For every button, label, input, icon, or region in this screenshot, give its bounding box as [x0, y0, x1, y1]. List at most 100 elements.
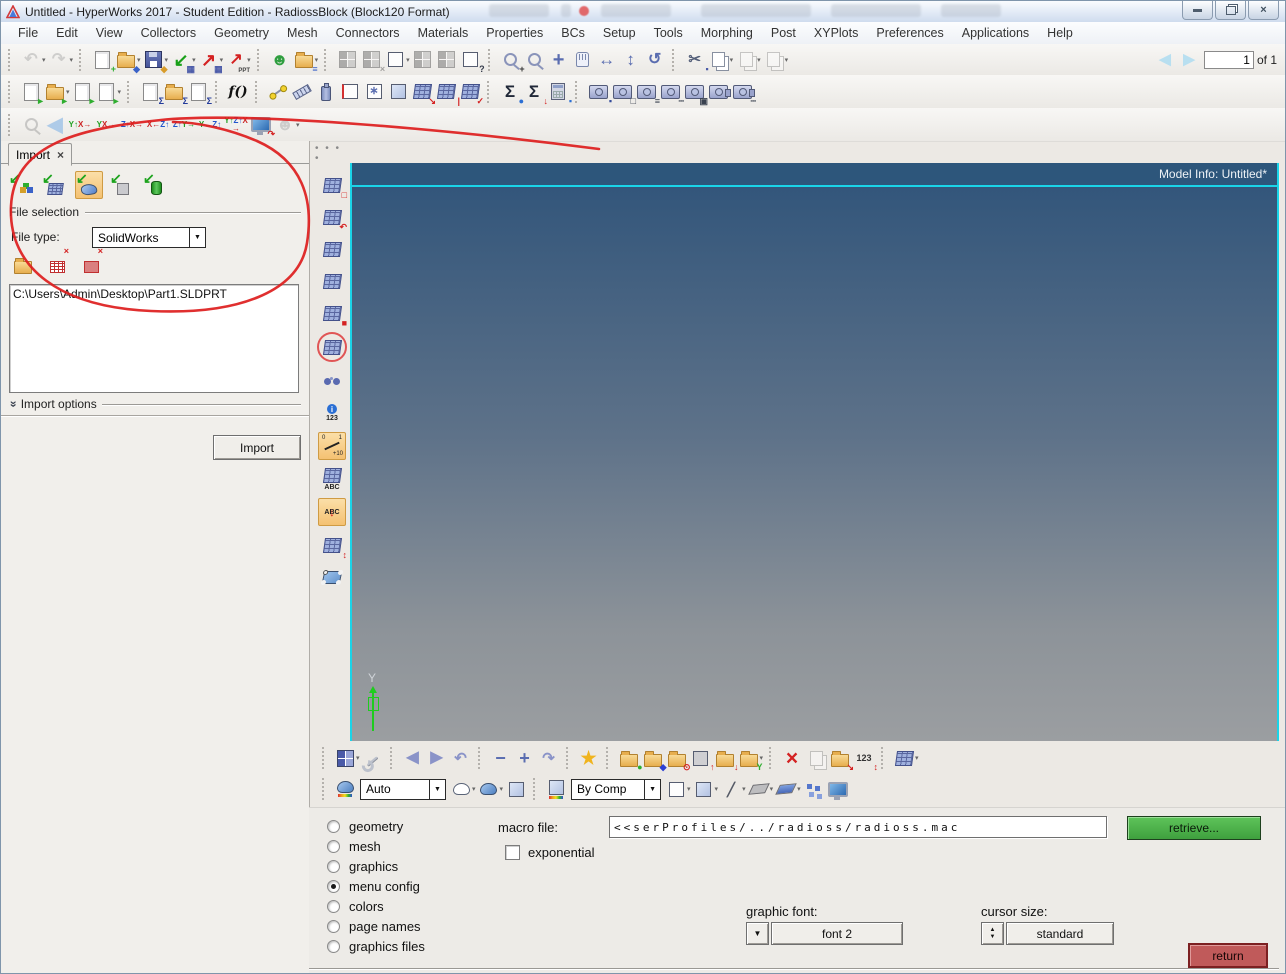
element-color-mode-icon[interactable]	[544, 777, 568, 801]
sorted-summation-button[interactable]: Σ ↓	[522, 80, 548, 105]
redo-button[interactable]: ↷	[47, 48, 71, 72]
shaded-elements-button[interactable]	[692, 777, 716, 801]
save-model-button[interactable]: ◆	[142, 48, 168, 73]
component-collector-button[interactable]: ●	[617, 746, 643, 772]
record-region-button[interactable]: ┄	[730, 80, 756, 105]
import-options-header[interactable]: « Import options	[5, 397, 301, 411]
user-view-button[interactable]: ☻	[273, 113, 297, 137]
radio-graphics[interactable]: graphics	[327, 856, 425, 876]
radio-graphics-files[interactable]: graphics files	[327, 936, 425, 956]
open-model-button[interactable]: ◆	[114, 48, 140, 73]
labels-icon[interactable]: ABC	[319, 466, 345, 492]
pan-button[interactable]	[571, 48, 595, 72]
import-connectors-button[interactable]: ↙	[110, 170, 136, 198]
visual-wire-cube-button[interactable]	[338, 80, 362, 104]
summation-button[interactable]: Σ ●	[498, 80, 524, 105]
view-zy-plane-button[interactable]: Z ↑ Y →	[171, 113, 197, 137]
record-video-button[interactable]	[706, 80, 731, 104]
free-edges-icon[interactable]: ■	[319, 300, 347, 328]
capture-window-button[interactable]: □	[610, 80, 636, 105]
remove-file-button[interactable]: ×	[45, 247, 69, 277]
import-button[interactable]: Import	[213, 435, 301, 460]
import-geometry-button[interactable]: ↙	[75, 170, 103, 199]
capture-save-button[interactable]: ▪	[586, 80, 612, 105]
export-report-button[interactable]: ►	[95, 80, 121, 105]
redo-view-button[interactable]: ↷	[537, 746, 561, 770]
geometry-shade-select[interactable]: Auto ▼	[360, 778, 446, 800]
page-forward-button[interactable]: ▶	[1177, 48, 1201, 72]
keyboard-map-button[interactable]: ?	[459, 48, 485, 73]
multi-model-button[interactable]	[802, 777, 826, 801]
delete-button[interactable]: ×	[780, 746, 804, 770]
organize-button[interactable]: ↘	[828, 746, 854, 772]
3d-elements-button[interactable]	[774, 777, 798, 801]
load-collector-button[interactable]: ↓	[713, 746, 739, 772]
graphic-font-dropdown[interactable]: ▼	[746, 922, 769, 945]
visual-axes-cube-button[interactable]: ∗	[362, 80, 386, 104]
import-bom-button[interactable]: ↙	[143, 170, 169, 198]
import-mesh-button[interactable]: ↘	[410, 80, 436, 105]
close-button[interactable]: ×	[1248, 1, 1279, 20]
sort-labels-icon[interactable]: ↓ ABC	[318, 498, 346, 526]
page-number-input[interactable]	[1203, 50, 1254, 69]
material-collector-button[interactable]: ◆	[641, 746, 667, 772]
check-elements-icon[interactable]: □	[319, 172, 347, 200]
exponential-checkbox[interactable]	[505, 845, 520, 860]
radio-page-names[interactable]: page names	[327, 916, 425, 936]
menu-item-mesh[interactable]: Mesh	[278, 24, 327, 42]
menu-item-xyplots[interactable]: XYPlots	[805, 24, 867, 42]
export-solver-deck-button[interactable]: ↗ ▦	[197, 48, 223, 74]
expand-page-button[interactable]	[383, 48, 407, 72]
import-model-button[interactable]: ↙	[9, 170, 35, 198]
menu-item-preferences[interactable]: Preferences	[867, 24, 952, 42]
fit-view-button[interactable]: +	[547, 48, 571, 72]
split-page-button[interactable]	[435, 48, 459, 72]
radio-menu-config[interactable]: menu config	[327, 876, 425, 896]
new-session-button[interactable]: +	[90, 48, 116, 73]
view-front-button[interactable]: Y X →	[93, 113, 119, 137]
zoom-in-2-button[interactable]: +	[513, 746, 537, 770]
paste-button[interactable]	[734, 48, 758, 72]
viewport-canvas[interactable]: Y	[352, 187, 1277, 741]
tab-import[interactable]: Import ×	[8, 143, 73, 166]
surface-edit-icon[interactable]	[319, 564, 345, 590]
view-xy-plane-button[interactable]: Y ↑ X →	[67, 113, 93, 137]
property-collector-button[interactable]: ⊙	[665, 746, 691, 772]
import-solver-deck-button[interactable]: ↙ ▦	[169, 48, 196, 74]
view-yz-plane-button[interactable]: Y ← Z ↑	[197, 113, 223, 137]
element-order-icon[interactable]: ↕	[319, 532, 347, 560]
circle-zoom-button[interactable]	[523, 48, 547, 72]
previous-panel-button[interactable]: ◀	[401, 746, 425, 770]
1d-elements-button[interactable]: ╱	[719, 777, 743, 801]
ruler-button[interactable]	[290, 80, 314, 104]
quick-calculator-button[interactable]: ▪	[546, 80, 572, 105]
view-iso-button[interactable]: Y ↑ Z ↑ X →	[223, 113, 249, 137]
menu-item-morphing[interactable]: Morphing	[692, 24, 762, 42]
menu-item-connectors[interactable]: Connectors	[327, 24, 409, 42]
section-cut-button[interactable]: |	[434, 80, 460, 105]
menu-item-properties[interactable]: Properties	[477, 24, 552, 42]
page-back-button[interactable]: ◀	[1153, 48, 1177, 72]
restore-button[interactable]	[1215, 1, 1246, 20]
zoom-in-button[interactable]: +	[499, 48, 525, 73]
run-template-button[interactable]: Σ	[186, 80, 212, 105]
copy-button[interactable]	[707, 48, 731, 72]
menu-item-applications[interactable]: Applications	[953, 24, 1038, 42]
radio-mesh[interactable]: mesh	[327, 836, 425, 856]
remove-all-files-button[interactable]: ×	[79, 247, 103, 277]
new-report-button[interactable]: ►	[19, 80, 45, 105]
favorites-button[interactable]: ★	[577, 746, 601, 770]
paste-special-button[interactable]	[762, 48, 786, 72]
expression-builder-button[interactable]: f()	[226, 80, 250, 104]
find-entities-icon[interactable]	[319, 368, 345, 394]
menu-item-collectors[interactable]: Collectors	[132, 24, 206, 42]
macro-file-input[interactable]: <<serProfiles/../radioss/radioss.mac	[609, 816, 1107, 838]
element-normals-icon[interactable]: ↶	[319, 204, 347, 232]
view-zx-plane-button[interactable]: Z ↑ X →	[119, 113, 145, 137]
delete-page-button[interactable]: ×	[359, 48, 385, 73]
undo-view-button[interactable]: ↶	[449, 746, 473, 770]
user-profiles-button[interactable]: ☻	[268, 48, 292, 72]
zoom-out-button[interactable]: −	[489, 746, 513, 770]
import-solverdeck-button[interactable]: ↙	[42, 170, 68, 198]
view-xz-plane-button[interactable]: X ← Z ↑	[145, 113, 171, 137]
